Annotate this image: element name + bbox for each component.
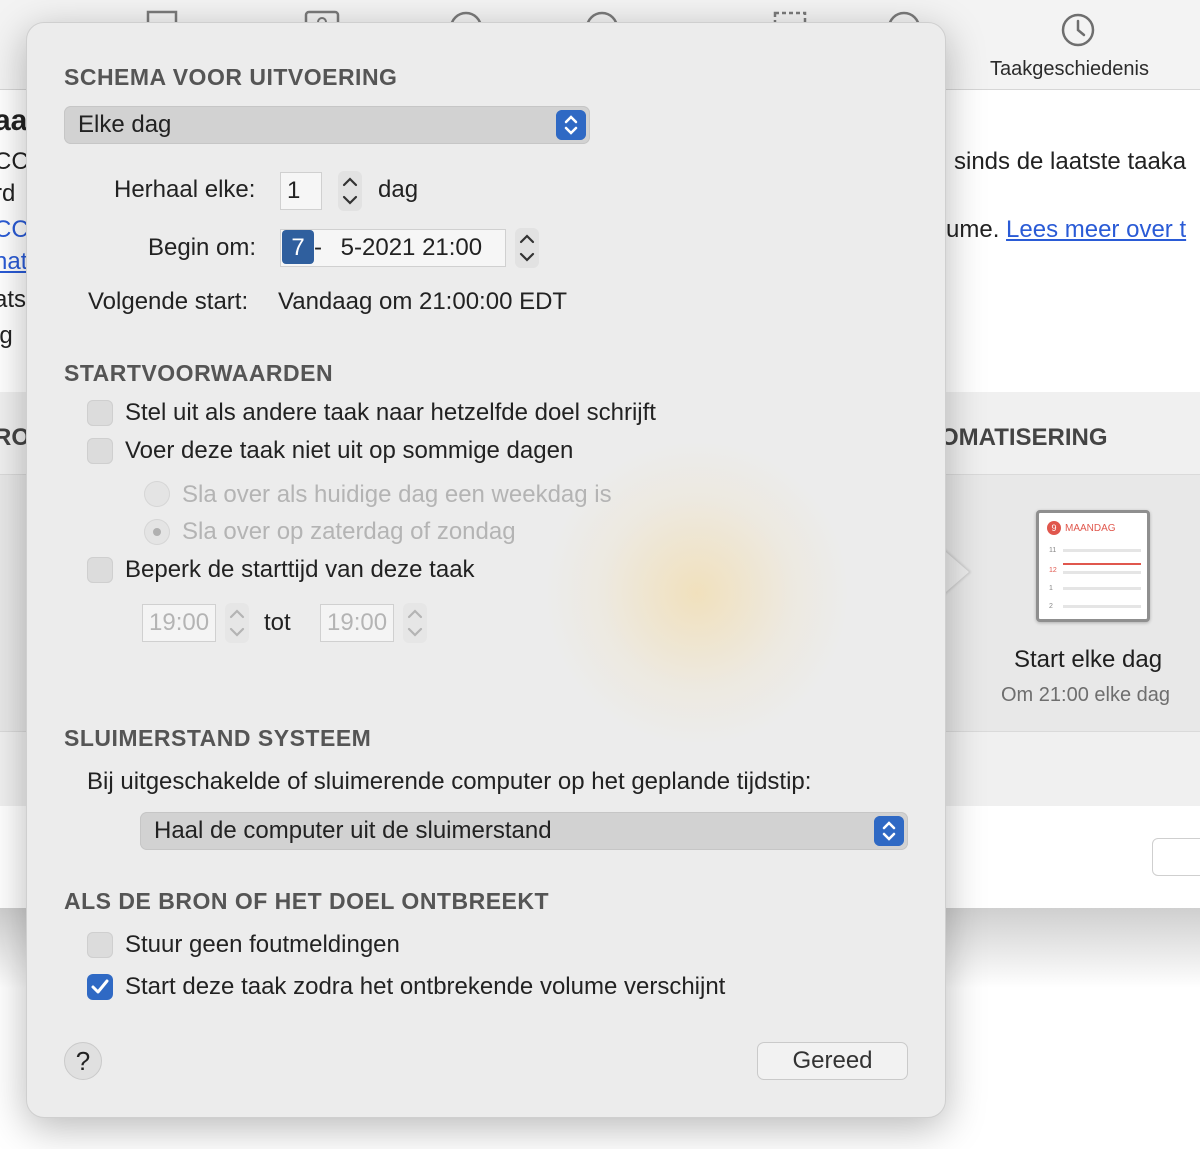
postpone-label[interactable]: Stel uit als andere taak naar hetzelfde … [125, 399, 656, 427]
next-start-value: Vandaag om 21:00:00 EDT [278, 288, 568, 315]
start-on-volume-label[interactable]: Start deze taak zodra het ontbrekende vo… [125, 973, 725, 1001]
time-from-stepper[interactable] [225, 603, 249, 643]
skip-days-label[interactable]: Voer deze taak niet uit op sommige dagen [125, 437, 573, 465]
no-errors-label[interactable]: Stuur geen foutmeldingen [125, 931, 400, 959]
begin-date-field[interactable]: 7- 5-2021 21:00 [280, 229, 506, 267]
missing-section-title: ALS DE BRON OF HET DOEL ONTBREEKT [64, 888, 550, 914]
skip-weekday-label[interactable]: Sla over als huidige dag een weekdag is [182, 481, 612, 509]
limit-start-label[interactable]: Beperk de starttijd van deze taak [125, 556, 475, 584]
done-button[interactable]: Gereed [757, 1042, 908, 1080]
frequency-value: Elke dag [78, 111, 172, 138]
calendar-day-number: 9 [1047, 521, 1061, 535]
begin-date-rest: 5-2021 21:00 [340, 234, 483, 261]
time-to-stepper[interactable] [403, 603, 427, 643]
left-fragment: aa [0, 104, 28, 137]
automation-subtitle: Om 21:00 elke dag [1001, 684, 1170, 706]
left-fragment: lg [0, 322, 13, 349]
up-down-chevron-icon [556, 110, 586, 140]
time-to-field[interactable]: 19:00 [320, 604, 394, 642]
up-down-chevron-icon [874, 816, 904, 846]
time-to-label: tot [264, 609, 291, 636]
calendar-icon[interactable]: 9 MAANDAG 11 12 1 2 [1036, 510, 1150, 622]
left-fragment: rd [0, 180, 16, 207]
left-fragment-link[interactable]: nat [0, 248, 27, 276]
no-errors-checkbox[interactable] [87, 932, 113, 958]
sleep-section-title: SLUIMERSTAND SYSTEEM [64, 725, 372, 751]
left-fragment: ats [0, 286, 27, 313]
sleep-description: Bij uitgeschakelde of sluimerende comput… [87, 768, 812, 795]
skip-days-checkbox[interactable] [87, 438, 113, 464]
description-text-2: ume. Lees meer over t [946, 216, 1187, 243]
repeat-stepper[interactable] [338, 171, 362, 211]
wake-action-popup[interactable]: Haal de computer uit de sluimerstand [140, 812, 908, 850]
frequency-popup[interactable]: Elke dag [64, 106, 590, 144]
start-on-volume-checkbox[interactable] [87, 974, 113, 1000]
repeat-unit: dag [378, 176, 419, 203]
automation-title: Start elke dag [1014, 646, 1163, 673]
conditions-section-title: STARTVOORWAARDEN [64, 360, 334, 386]
time-from-field[interactable]: 19:00 [142, 604, 216, 642]
history-tab-label[interactable]: Taakgeschiedenis [990, 58, 1149, 81]
begin-stepper[interactable] [515, 228, 539, 268]
left-fragment: CC [0, 148, 29, 175]
help-button[interactable]: ? [64, 1042, 102, 1080]
postpone-checkbox[interactable] [87, 400, 113, 426]
wake-action-value: Haal de computer uit de sluimerstand [154, 817, 552, 844]
schedule-section-title: SCHEMA VOOR UITVOERING [64, 64, 398, 90]
repeat-label: Herhaal elke: [114, 176, 256, 203]
description-text: sinds de laatste taaka [954, 148, 1187, 175]
left-fragment[interactable]: CC [0, 216, 29, 244]
repeat-field[interactable]: 1 [280, 172, 322, 210]
learn-more-link[interactable]: Lees meer over t [1006, 216, 1186, 243]
automation-section-title: OMATISERING [940, 424, 1108, 451]
background-input[interactable] [1152, 838, 1200, 876]
history-clock-icon[interactable] [1060, 12, 1096, 48]
skip-weekend-label[interactable]: Sla over op zaterdag of zondag [182, 518, 516, 546]
begin-label: Begin om: [148, 234, 257, 261]
checkmark-icon [91, 979, 109, 994]
limit-start-checkbox[interactable] [87, 557, 113, 583]
skip-weekday-radio[interactable] [144, 481, 170, 507]
next-start-label: Volgende start: [88, 288, 249, 315]
skip-weekend-radio[interactable] [144, 519, 170, 545]
begin-day-segment[interactable]: 7 [282, 230, 314, 264]
calendar-day-name: MAANDAG [1065, 522, 1116, 534]
